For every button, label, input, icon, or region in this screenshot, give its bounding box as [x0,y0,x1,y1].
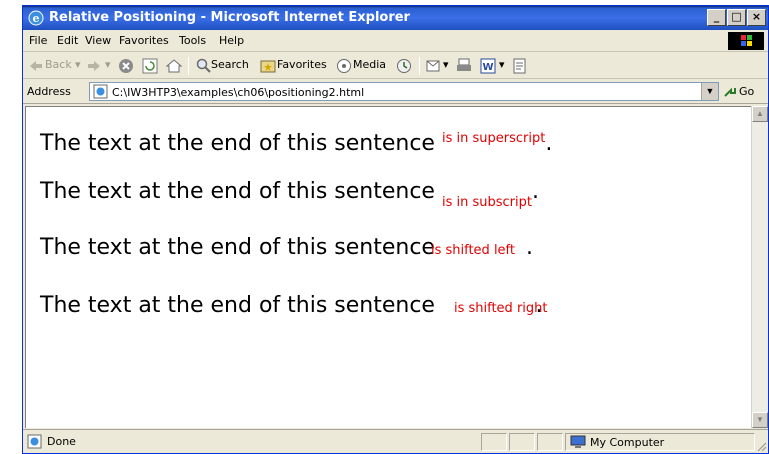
svg-text:W: W [482,62,493,73]
forward-dropdown-icon[interactable]: ▾ [105,58,111,71]
refresh-icon[interactable] [141,57,159,75]
resize-grip-icon[interactable] [755,440,767,452]
menu-file[interactable]: File [29,34,47,47]
sentence-period: . [531,179,539,204]
security-zone: My Computer [590,436,665,449]
subscript-span: is in subscript [441,195,532,210]
go-button[interactable]: Go [739,85,754,98]
close-button[interactable]: × [747,9,766,26]
shifted-right-span: is shifted right [453,301,548,316]
favorites-icon[interactable] [259,57,277,75]
sentence-subscript: The text at the end of this sentence is … [40,179,539,210]
back-arrow-icon[interactable] [27,57,45,75]
menu-tools[interactable]: Tools [179,34,206,47]
edit-dropdown-icon[interactable]: ▾ [499,58,505,71]
shifted-left-span: is shifted left [430,243,515,258]
sentence-period: . [545,131,553,156]
home-icon[interactable] [165,57,183,75]
sentence-text: The text at the end of this sentence [40,235,435,260]
go-arrow-icon[interactable] [723,85,737,99]
page-icon [93,84,108,99]
address-label: Address [27,85,71,98]
svg-text:e: e [33,12,40,25]
window-title: Relative Positioning - Microsoft Interne… [49,10,410,25]
print-icon[interactable] [455,57,473,75]
status-panel [537,433,563,451]
scroll-up-button[interactable]: ▲ [752,106,768,122]
status-text: Done [47,435,76,448]
vertical-scrollbar[interactable]: ▲ ▼ [751,106,768,428]
status-bar: Done My Computer [23,429,768,453]
menu-bar: File Edit View Favorites Tools Help [23,30,768,52]
menu-view[interactable]: View [85,34,111,47]
page-done-icon [27,434,42,449]
favorites-button[interactable]: Favorites [277,58,327,71]
toolbar-separator [419,57,420,75]
superscript-span: is in superscript [441,131,546,146]
back-dropdown-icon[interactable]: ▾ [75,58,81,71]
scroll-down-button[interactable]: ▼ [752,412,768,428]
media-icon[interactable] [335,57,353,75]
discuss-icon[interactable] [511,57,529,75]
sentence-shifted-right: The text at the end of this sentence is … [40,293,547,318]
status-panel [481,433,507,451]
sentence-period: . [526,235,533,260]
my-computer-icon [570,435,586,448]
windows-logo-icon [728,32,764,50]
menu-favorites[interactable]: Favorites [119,34,169,47]
sentence-text: The text at the end of this sentence [40,293,435,318]
menu-edit[interactable]: Edit [57,34,78,47]
mail-dropdown-icon[interactable]: ▾ [443,58,449,71]
browser-window: e Relative Positioning - Microsoft Inter… [22,5,769,454]
address-value: C:\IW3HTP3\examples\ch06\positioning2.ht… [112,86,365,99]
menu-help[interactable]: Help [219,34,244,47]
stop-icon[interactable] [117,57,135,75]
page-content: The text at the end of this sentence is … [25,106,751,428]
minimize-button[interactable]: _ [707,9,726,26]
edit-word-icon[interactable]: W [479,57,497,75]
sentence-shifted-left: The text at the end of this sentenceis s… [40,235,533,260]
address-input[interactable]: C:\IW3HTP3\examples\ch06\positioning2.ht… [89,82,719,101]
sentence-superscript: The text at the end of this sentence is … [40,131,552,156]
forward-arrow-icon[interactable] [85,57,103,75]
standard-toolbar: Back ▾ ▾ Search Favorites Media ▾ W ▾ [23,53,768,79]
toolbar-separator [188,57,189,75]
maximize-button[interactable]: □ [727,9,746,26]
history-icon[interactable] [395,57,413,75]
status-panel [509,433,535,451]
security-zone-panel: My Computer [565,433,755,451]
address-dropdown-button[interactable]: ▼ [701,83,718,100]
sentence-text: The text at the end of this sentence [40,131,435,156]
sentence-text: The text at the end of this sentence [40,179,435,204]
internet-explorer-icon: e [28,10,44,26]
address-bar: Address C:\IW3HTP3\examples\ch06\positio… [23,80,768,104]
mail-icon[interactable] [425,57,443,75]
search-button[interactable]: Search [211,58,249,71]
media-button[interactable]: Media [353,58,386,71]
back-button[interactable]: Back [45,58,72,71]
title-bar[interactable]: e Relative Positioning - Microsoft Inter… [23,6,768,30]
